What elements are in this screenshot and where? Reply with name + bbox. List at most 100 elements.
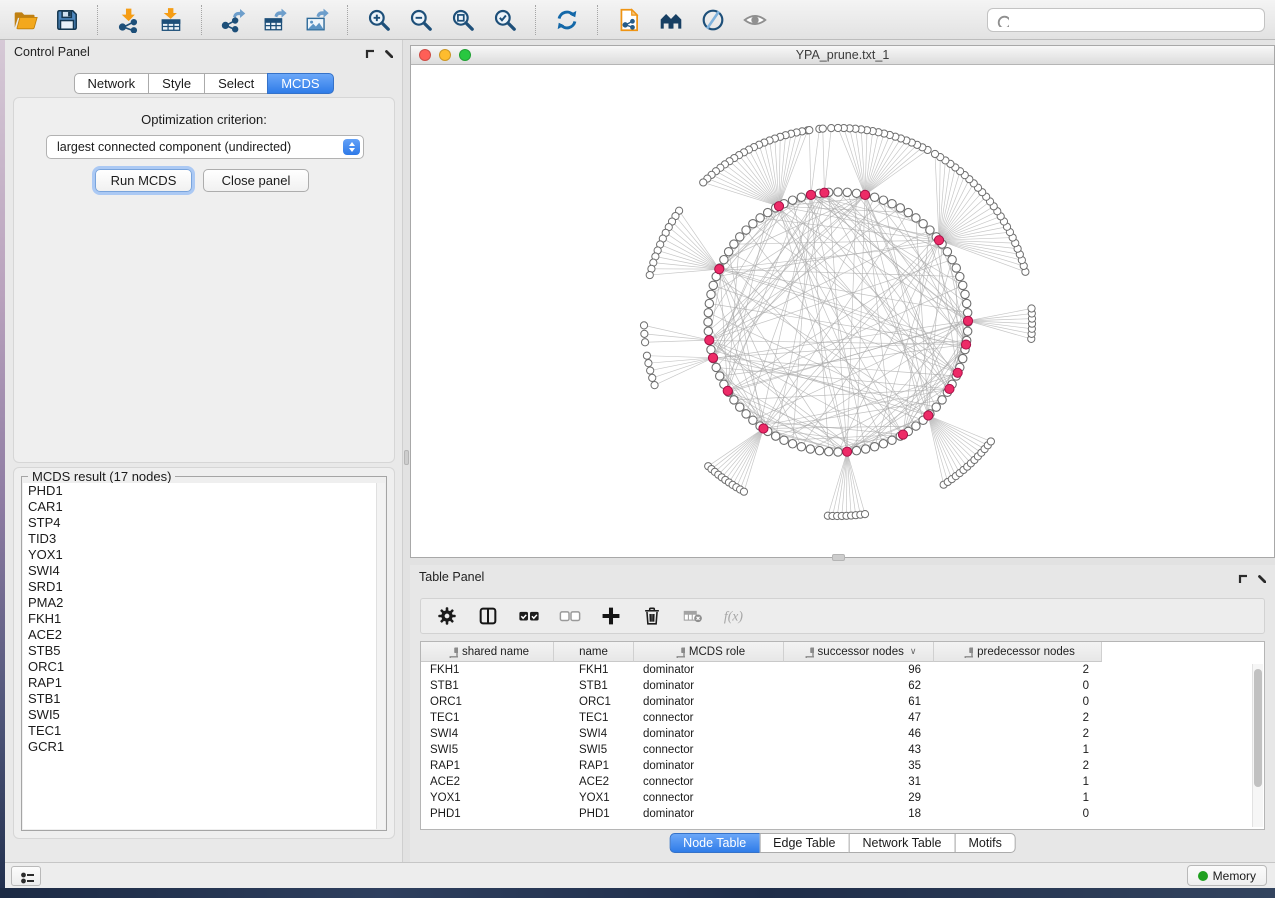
- mcds-result-item[interactable]: TID3: [23, 531, 385, 547]
- mcds-hub-node[interactable]: [963, 316, 972, 325]
- network-node[interactable]: [797, 443, 805, 451]
- network-node[interactable]: [834, 188, 842, 196]
- open-file-button[interactable]: [10, 5, 39, 34]
- network-node[interactable]: [834, 124, 841, 131]
- new-network-from-selection-button[interactable]: [614, 5, 643, 34]
- network-node[interactable]: [647, 367, 654, 374]
- mcds-result-item[interactable]: TEC1: [23, 723, 385, 739]
- network-node[interactable]: [852, 446, 860, 454]
- network-node[interactable]: [861, 511, 868, 518]
- mcds-hub-node[interactable]: [924, 411, 933, 420]
- network-node[interactable]: [904, 208, 912, 216]
- network-node[interactable]: [700, 179, 707, 186]
- network-node[interactable]: [815, 446, 823, 454]
- mcds-hub-node[interactable]: [898, 430, 907, 439]
- network-node[interactable]: [912, 214, 920, 222]
- tab-style[interactable]: Style: [148, 73, 205, 94]
- network-node[interactable]: [704, 318, 712, 326]
- network-node[interactable]: [742, 410, 750, 418]
- close-icon[interactable]: [1254, 571, 1266, 583]
- mcds-result-item[interactable]: STP4: [23, 515, 385, 531]
- mcds-list-scrollbar[interactable]: [376, 483, 385, 829]
- mcds-hub-node[interactable]: [715, 265, 724, 274]
- column-header-MCDS-role[interactable]: MCDS role: [634, 642, 784, 662]
- tab-network[interactable]: Network: [73, 73, 149, 94]
- mcds-hub-node[interactable]: [961, 340, 970, 349]
- close-icon[interactable]: [381, 46, 393, 58]
- table-row[interactable]: SWI5SWI5connector431: [421, 742, 1264, 758]
- network-node[interactable]: [962, 299, 970, 307]
- mcds-hub-node[interactable]: [945, 384, 954, 393]
- network-node[interactable]: [643, 352, 650, 359]
- mcds-hub-node[interactable]: [842, 447, 851, 456]
- mcds-result-item[interactable]: STB5: [23, 643, 385, 659]
- network-node[interactable]: [896, 204, 904, 212]
- tab-select[interactable]: Select: [204, 73, 268, 94]
- vertical-splitter[interactable]: [403, 40, 410, 862]
- network-node[interactable]: [932, 403, 940, 411]
- tab-network-table[interactable]: Network Table: [849, 833, 956, 853]
- mcds-result-item[interactable]: SWI5: [23, 707, 385, 723]
- network-node[interactable]: [1028, 305, 1035, 312]
- mcds-result-item[interactable]: PHD1: [23, 483, 385, 499]
- table-row[interactable]: ORC1ORC1dominator610: [421, 694, 1264, 710]
- network-node[interactable]: [705, 299, 713, 307]
- network-node[interactable]: [651, 382, 658, 389]
- horizontal-splitter[interactable]: [410, 558, 1275, 565]
- network-node[interactable]: [938, 396, 946, 404]
- network-node[interactable]: [952, 264, 960, 272]
- network-node[interactable]: [843, 188, 851, 196]
- network-node[interactable]: [806, 445, 814, 453]
- column-header-successor-nodes[interactable]: successor nodes∨: [784, 642, 934, 662]
- mcds-hub-node[interactable]: [705, 335, 714, 344]
- network-node[interactable]: [640, 322, 647, 329]
- run-mcds-button[interactable]: Run MCDS: [95, 169, 192, 192]
- table-settings-button[interactable]: [435, 604, 459, 628]
- search-box[interactable]: [987, 8, 1265, 32]
- network-node[interactable]: [943, 248, 951, 256]
- table-scrollbar[interactable]: [1252, 664, 1263, 827]
- table-row[interactable]: FKH1FKH1dominator962: [421, 662, 1264, 678]
- table-row[interactable]: ACE2ACE2connector311: [421, 774, 1264, 790]
- table-row[interactable]: PHD1PHD1dominator180: [421, 806, 1264, 822]
- network-node[interactable]: [716, 372, 724, 380]
- network-node[interactable]: [879, 196, 887, 204]
- network-node[interactable]: [870, 443, 878, 451]
- mcds-result-item[interactable]: SRD1: [23, 579, 385, 595]
- mcds-result-item[interactable]: ORC1: [23, 659, 385, 675]
- memory-button[interactable]: Memory: [1187, 865, 1267, 886]
- network-node[interactable]: [780, 436, 788, 444]
- delete-column-button[interactable]: [640, 604, 664, 628]
- toggle-columns-button[interactable]: [476, 604, 500, 628]
- network-node[interactable]: [819, 125, 826, 132]
- mcds-result-item[interactable]: GCR1: [23, 739, 385, 755]
- network-node[interactable]: [740, 488, 747, 495]
- column-header-name[interactable]: name: [554, 642, 634, 662]
- float-window-icon[interactable]: [362, 46, 374, 58]
- network-node[interactable]: [707, 290, 715, 298]
- network-node[interactable]: [961, 290, 969, 298]
- mcds-hub-node[interactable]: [708, 353, 717, 362]
- mcds-hub-node[interactable]: [953, 368, 962, 377]
- mcds-result-item[interactable]: YOX1: [23, 547, 385, 563]
- network-node[interactable]: [959, 281, 967, 289]
- network-node[interactable]: [825, 447, 833, 455]
- network-node[interactable]: [956, 272, 964, 280]
- apply-layout-button[interactable]: [552, 5, 581, 34]
- network-node[interactable]: [704, 327, 712, 335]
- network-node[interactable]: [963, 327, 971, 335]
- save-session-button[interactable]: [52, 5, 81, 34]
- table-row[interactable]: STB1STB1dominator620: [421, 678, 1264, 694]
- mcds-result-item[interactable]: STB1: [23, 691, 385, 707]
- network-node[interactable]: [646, 271, 653, 278]
- network-node[interactable]: [852, 189, 860, 197]
- import-network-button[interactable]: [114, 5, 143, 34]
- table-row[interactable]: TEC1TEC1connector472: [421, 710, 1264, 726]
- mcds-result-item[interactable]: SWI4: [23, 563, 385, 579]
- tab-motifs[interactable]: Motifs: [954, 833, 1015, 853]
- network-node[interactable]: [834, 448, 842, 456]
- optimization-criterion-select[interactable]: largest connected component (undirected): [46, 135, 364, 159]
- network-node[interactable]: [704, 309, 712, 317]
- network-node[interactable]: [724, 248, 732, 256]
- network-node[interactable]: [764, 208, 772, 216]
